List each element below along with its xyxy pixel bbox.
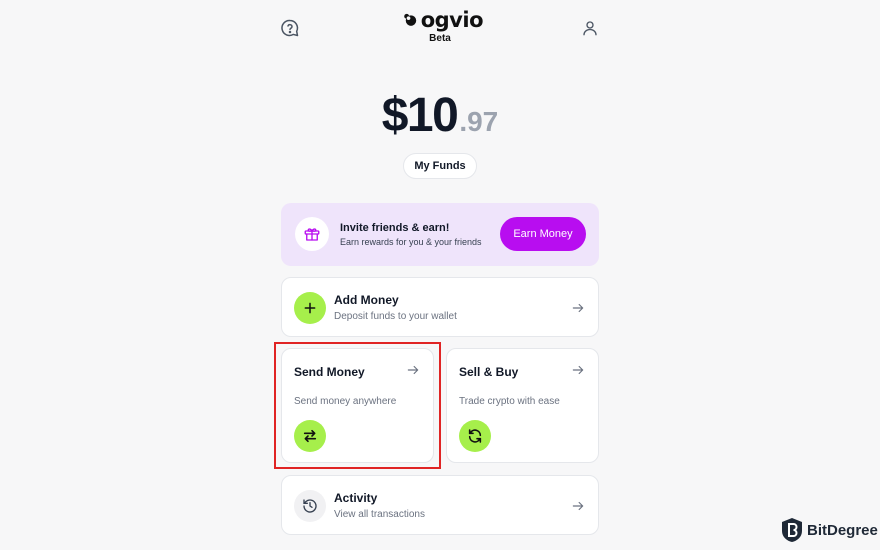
invite-subtitle: Earn rewards for you & your friends: [340, 237, 482, 247]
send-money-title: Send Money: [294, 365, 365, 379]
help-chat-icon: [281, 19, 299, 37]
my-funds-button[interactable]: My Funds: [403, 153, 477, 179]
logo-text: ogvio: [420, 8, 484, 32]
add-money-card[interactable]: Add Money Deposit funds to your wallet: [281, 277, 599, 337]
add-money-title: Add Money: [334, 293, 399, 307]
sell-buy-icon-wrap: [459, 420, 491, 452]
sell-buy-title: Sell & Buy: [459, 365, 519, 379]
send-money-subtitle: Send money anywhere: [294, 396, 397, 407]
send-money-icon-wrap: [294, 420, 326, 452]
activity-subtitle: View all transactions: [334, 509, 425, 520]
add-money-subtitle: Deposit funds to your wallet: [334, 311, 457, 322]
plus-icon: [304, 302, 316, 314]
watermark-text: BitDegree: [807, 521, 878, 539]
refresh-icon: [468, 429, 482, 443]
arrow-right-icon: [572, 365, 584, 375]
activity-icon-wrap: [294, 490, 326, 522]
invite-banner: Invite friends & earn! Earn rewards for …: [281, 203, 599, 266]
balance-whole: $10: [381, 89, 459, 142]
gift-icon: [304, 228, 320, 241]
beta-badge: Beta: [429, 33, 451, 44]
balance-cents: .97: [459, 106, 499, 137]
arrow-right-icon: [572, 501, 584, 511]
balance-display: $10 .97: [0, 88, 880, 143]
bitdegree-shield-icon: [782, 518, 802, 542]
invite-title: Invite friends & earn!: [340, 222, 450, 234]
logo: ogvio: [403, 8, 484, 32]
help-button[interactable]: [278, 16, 302, 40]
activity-card[interactable]: Activity View all transactions: [281, 475, 599, 535]
earn-money-button[interactable]: Earn Money: [500, 217, 586, 251]
add-money-icon-wrap: [294, 292, 326, 324]
bitdegree-watermark: BitDegree: [781, 517, 878, 543]
arrow-right-icon: [407, 365, 419, 375]
user-icon: [583, 21, 597, 36]
invite-icon-wrap: [295, 217, 329, 251]
profile-button[interactable]: [578, 16, 602, 40]
activity-title: Activity: [334, 491, 378, 505]
sell-buy-subtitle: Trade crypto with ease: [459, 396, 560, 407]
ogvio-logo-mark-icon: [404, 13, 417, 26]
send-money-card[interactable]: Send Money Send money anywhere: [281, 348, 434, 463]
arrow-right-icon: [572, 303, 584, 313]
history-icon: [303, 499, 317, 513]
sell-buy-card[interactable]: Sell & Buy Trade crypto with ease: [446, 348, 599, 463]
transfer-arrows-icon: [303, 429, 317, 443]
